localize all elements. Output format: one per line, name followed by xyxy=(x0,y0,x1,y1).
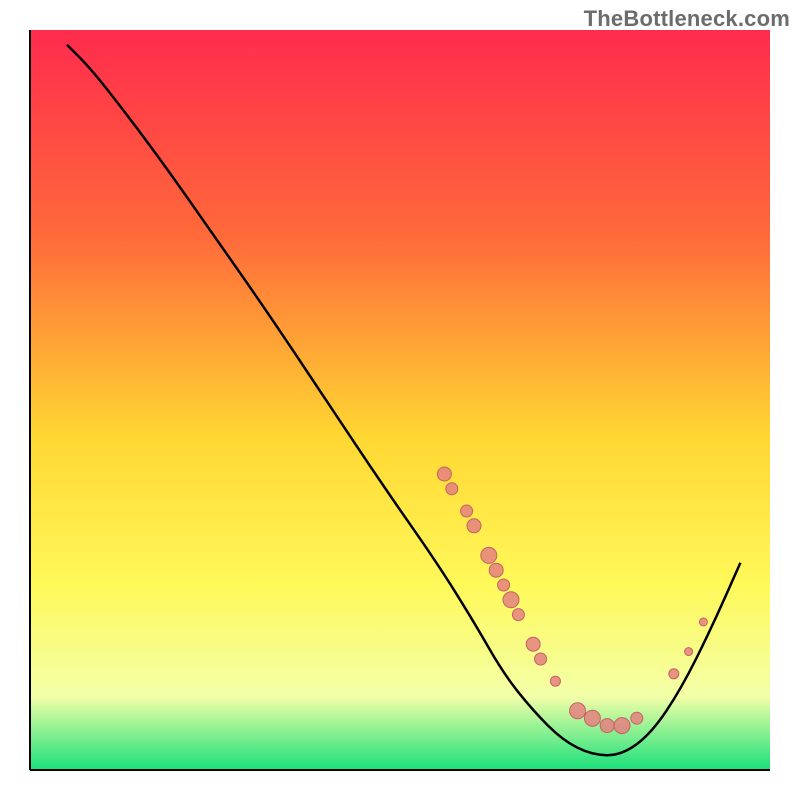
data-marker xyxy=(512,609,524,621)
bottleneck-chart: TheBottleneck.com xyxy=(0,0,800,800)
data-marker xyxy=(550,676,560,686)
data-marker xyxy=(481,547,497,563)
data-marker xyxy=(535,653,547,665)
data-marker xyxy=(489,563,503,577)
data-marker xyxy=(526,637,540,651)
data-marker xyxy=(437,467,451,481)
data-marker xyxy=(631,712,643,724)
data-marker xyxy=(498,579,510,591)
data-marker xyxy=(461,505,473,517)
chart-canvas xyxy=(0,0,800,800)
data-marker xyxy=(467,519,481,533)
data-marker xyxy=(699,618,707,626)
data-marker xyxy=(669,669,679,679)
data-marker xyxy=(446,483,458,495)
plot-background xyxy=(30,30,770,770)
data-marker xyxy=(503,592,519,608)
data-marker xyxy=(614,718,630,734)
data-marker xyxy=(570,703,586,719)
data-marker xyxy=(685,648,693,656)
data-marker xyxy=(600,719,614,733)
watermark-text: TheBottleneck.com xyxy=(584,6,790,32)
data-marker xyxy=(584,710,600,726)
